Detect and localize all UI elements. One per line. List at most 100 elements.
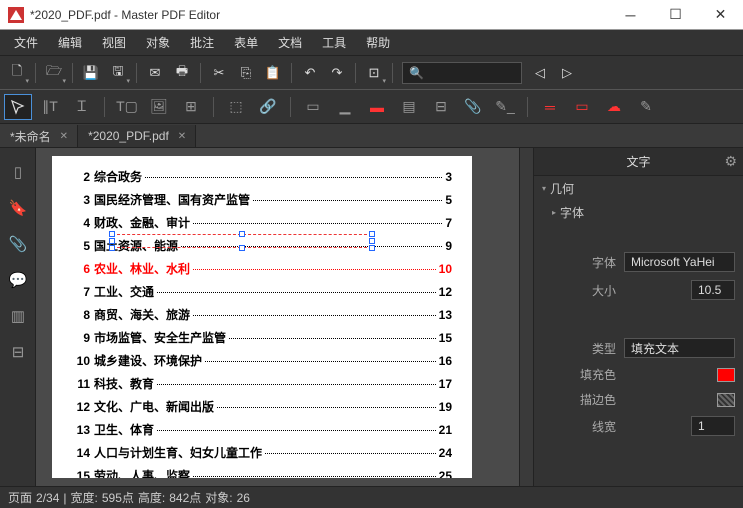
image-tool[interactable]: 🖼 bbox=[145, 94, 173, 120]
thumbnails-button[interactable]: ▯ bbox=[0, 154, 36, 190]
marquee-tool[interactable]: ⬚ bbox=[222, 94, 250, 120]
strikeout-tool[interactable]: ▬ bbox=[363, 94, 391, 120]
tab-close-icon[interactable]: ✕ bbox=[57, 131, 71, 142]
menu-annotate[interactable]: 批注 bbox=[180, 30, 224, 55]
menu-form[interactable]: 表单 bbox=[224, 30, 268, 55]
redo-button[interactable]: ↷ bbox=[324, 60, 350, 86]
undo-button[interactable]: ↶ bbox=[297, 60, 323, 86]
pencil-tool[interactable]: ✎ bbox=[632, 94, 660, 120]
section-label: 字体 bbox=[560, 204, 584, 221]
separator bbox=[104, 97, 105, 117]
save-button[interactable]: 💾 bbox=[78, 60, 104, 86]
section-label: 几何 bbox=[550, 180, 574, 197]
linewidth-input[interactable]: 1 bbox=[691, 416, 735, 436]
cloud-tool[interactable]: ☁ bbox=[600, 94, 628, 120]
attach-tool[interactable]: 📎 bbox=[459, 94, 487, 120]
menubar: 文件 编辑 视图 对象 批注 表单 文档 工具 帮助 bbox=[0, 30, 743, 56]
toc-line[interactable]: 12文化、广电、新闻出版19 bbox=[72, 398, 452, 415]
link-tool[interactable]: 🔗 bbox=[254, 94, 282, 120]
separator bbox=[290, 97, 291, 117]
document-view[interactable]: 2综合政务3 3国民经济管理、国有资产监管5 4财政、金融、审计7 5国土资源、能源9… bbox=[36, 148, 519, 486]
section-font[interactable]: 字体 bbox=[534, 201, 743, 224]
copy-button[interactable]: ⎘ bbox=[233, 60, 259, 86]
type-select[interactable]: 填充文本 bbox=[624, 338, 735, 358]
text-select-tool[interactable]: Ꮖ bbox=[68, 94, 96, 120]
line-tool[interactable]: ═ bbox=[536, 94, 564, 120]
toc-line[interactable]: 3国民经济管理、国有资产监管5 bbox=[72, 191, 452, 208]
toc-line[interactable]: 5国土资源、能源9 bbox=[72, 237, 452, 254]
close-button[interactable]: ✕ bbox=[698, 0, 743, 30]
toc-line[interactable]: 11科技、教育17 bbox=[72, 375, 452, 392]
zoom-button[interactable]: ⊡ bbox=[361, 60, 387, 86]
menu-object[interactable]: 对象 bbox=[136, 30, 180, 55]
fill-color-swatch[interactable] bbox=[717, 368, 735, 382]
tab-close-icon[interactable]: ✕ bbox=[175, 131, 189, 142]
toc-line[interactable]: 9市场监管、安全生产监管15 bbox=[72, 329, 452, 346]
toc-line[interactable]: 14人口与计划生育、妇女儿童工作24 bbox=[72, 444, 452, 461]
toc-line[interactable]: 8商贸、海关、旅游13 bbox=[72, 306, 452, 323]
separator bbox=[35, 63, 36, 83]
select-tool[interactable] bbox=[4, 94, 32, 120]
bookmarks-button[interactable]: 🔖 bbox=[0, 190, 36, 226]
email-button[interactable]: ✉ bbox=[142, 60, 168, 86]
comments-button[interactable]: 💬 bbox=[0, 262, 36, 298]
toc-line[interactable]: 2综合政务3 bbox=[72, 168, 452, 185]
underline-tool[interactable]: ▁ bbox=[331, 94, 359, 120]
properties-panel: 文字⚙ 几何 字体 字体 Microsoft YaHei 大小 10.5 类型 … bbox=[533, 148, 743, 486]
menu-document[interactable]: 文档 bbox=[268, 30, 312, 55]
status-page-label: 页面 bbox=[8, 489, 32, 506]
window-title: *2020_PDF.pdf - Master PDF Editor bbox=[30, 8, 608, 22]
text-edit-tool[interactable]: ∥T bbox=[36, 94, 64, 120]
toc-line[interactable]: 6农业、林业、水利10 bbox=[72, 260, 452, 277]
tab-2020pdf[interactable]: *2020_PDF.pdf✕ bbox=[78, 125, 196, 147]
new-button[interactable]: 🗋 bbox=[4, 60, 30, 86]
prop-label: 描边色 bbox=[566, 391, 616, 408]
layers-button[interactable]: ⊟ bbox=[0, 334, 36, 370]
fields-button[interactable]: ▥ bbox=[0, 298, 36, 334]
open-button[interactable]: 🗁 bbox=[41, 60, 67, 86]
paste-button[interactable]: 📋 bbox=[260, 60, 286, 86]
menu-view[interactable]: 视图 bbox=[92, 30, 136, 55]
search-next-button[interactable]: ▷ bbox=[554, 60, 580, 86]
prop-label: 线宽 bbox=[566, 418, 616, 435]
tab-untitled[interactable]: *未命名✕ bbox=[0, 125, 78, 147]
size-input[interactable]: 10.5 bbox=[691, 280, 735, 300]
search-input[interactable]: 🔍 bbox=[402, 62, 522, 84]
form-tool[interactable]: ⊞ bbox=[177, 94, 205, 120]
document-tabs: *未命名✕ *2020_PDF.pdf✕ bbox=[0, 124, 743, 148]
main-toolbar: 🗋 🗁 💾 🖫 ✉ 🖶 ✂ ⎘ 📋 ↶ ↷ ⊡ 🔍 ◁ ▷ bbox=[0, 56, 743, 90]
status-obj: 26 bbox=[237, 491, 250, 505]
text-box-tool[interactable]: T▢ bbox=[113, 94, 141, 120]
prop-stroke: 描边色 bbox=[534, 387, 743, 412]
search-prev-button[interactable]: ◁ bbox=[527, 60, 553, 86]
stroke-color-swatch[interactable] bbox=[717, 393, 735, 407]
note-tool[interactable]: ▤ bbox=[395, 94, 423, 120]
signature-tool[interactable]: ✎_ bbox=[491, 94, 519, 120]
rect-tool[interactable]: ▭ bbox=[568, 94, 596, 120]
toc-line[interactable]: 13卫生、体育21 bbox=[72, 421, 452, 438]
toc-line[interactable]: 4财政、金融、审计7 bbox=[72, 214, 452, 231]
prop-type: 类型 填充文本 bbox=[534, 334, 743, 362]
statusbar: 页面 2/34 | 宽度: 595点 高度: 842点 对象: 26 bbox=[0, 486, 743, 508]
section-geometry[interactable]: 几何 bbox=[534, 176, 743, 201]
toc-line[interactable]: 7工业、交通12 bbox=[72, 283, 452, 300]
toc-line[interactable]: 15劳动、人事、监察25 bbox=[72, 467, 452, 478]
panel-options-icon[interactable]: ⚙ bbox=[724, 153, 737, 170]
scrollbar-vertical[interactable] bbox=[519, 148, 533, 486]
prop-fill: 填充色 bbox=[534, 362, 743, 387]
attachments-button[interactable]: 📎 bbox=[0, 226, 36, 262]
minimize-button[interactable]: ─ bbox=[608, 0, 653, 30]
menu-edit[interactable]: 编辑 bbox=[48, 30, 92, 55]
highlight-tool[interactable]: ▭ bbox=[299, 94, 327, 120]
maximize-button[interactable]: ☐ bbox=[653, 0, 698, 30]
toc-line[interactable]: 10城乡建设、环境保护16 bbox=[72, 352, 452, 369]
separator bbox=[355, 63, 356, 83]
print-button[interactable]: 🖶 bbox=[169, 60, 195, 86]
stamp-tool[interactable]: ⊟ bbox=[427, 94, 455, 120]
cut-button[interactable]: ✂ bbox=[206, 60, 232, 86]
menu-help[interactable]: 帮助 bbox=[356, 30, 400, 55]
font-select[interactable]: Microsoft YaHei bbox=[624, 252, 735, 272]
menu-file[interactable]: 文件 bbox=[4, 30, 48, 55]
menu-tools[interactable]: 工具 bbox=[312, 30, 356, 55]
save-as-button[interactable]: 🖫 bbox=[105, 60, 131, 86]
